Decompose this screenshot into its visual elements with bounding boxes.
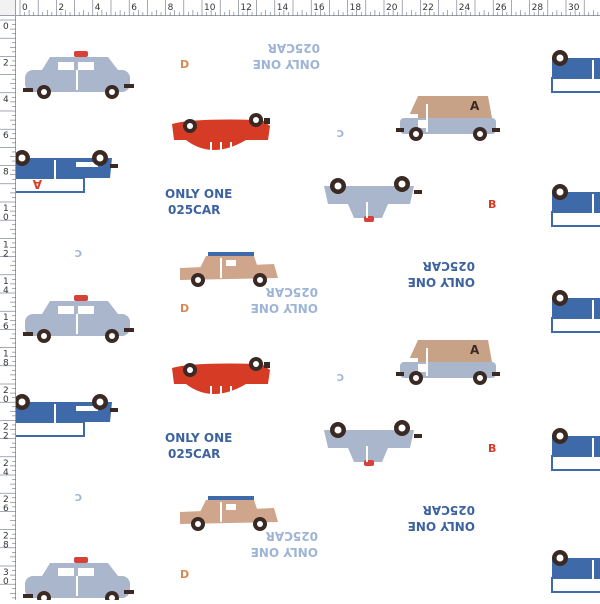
slogan-flipped-line-2-d: 025CAR <box>423 503 475 517</box>
dark-blue-car-edge-3 <box>551 549 600 593</box>
ruler-label: 4 <box>3 95 9 105</box>
vertical-ruler: 024681012141618202224262830 <box>0 0 16 600</box>
ruler-label: 14 <box>277 3 289 13</box>
police-car-2 <box>23 295 134 343</box>
horizontal-ruler: 0 2 4 6 8 10 12 14 16 18 20 22 24 26 28 30 <box>0 0 600 16</box>
ruler-label: 10 <box>204 3 216 13</box>
slogan-flipped-line-1-e: ONLY ONE <box>251 545 318 559</box>
slogan-flipped-line-2: 025CAR <box>268 41 320 55</box>
slogan-line-1-2: ONLY ONE <box>165 431 232 445</box>
ruler-label: 6 <box>131 3 137 13</box>
slogan-flipped-line-2-e: 025CAR <box>266 529 318 543</box>
slogan-flipped-line-1-b: ONLY ONE <box>408 275 475 289</box>
ruler-label: 24 <box>459 3 471 13</box>
pattern-letter-c: C <box>337 127 344 138</box>
slogan-line-2: 025CAR <box>168 203 220 217</box>
dark-blue-car-edge-2 <box>551 427 600 471</box>
red-car-2 <box>172 357 270 396</box>
pattern-letter-d-3: D <box>180 568 189 581</box>
ruler-label: 6 <box>3 322 9 332</box>
van-letter-a: A <box>470 99 480 113</box>
flipped-light-blue-car-2 <box>324 420 422 466</box>
slogan-flipped-line-1-c: ONLY ONE <box>251 301 318 315</box>
ruler-corner <box>0 0 16 16</box>
tan-car-2 <box>180 496 278 531</box>
ruler-label: 16 <box>313 3 325 13</box>
ruler-label: 0 <box>22 3 28 13</box>
ruler-label: 8 <box>3 168 9 178</box>
ruler-label: 6 <box>3 504 9 514</box>
ruler-label: 0 <box>3 213 9 223</box>
slogan-line-2-2: 025CAR <box>168 447 220 461</box>
van-car <box>396 96 500 141</box>
ruler-label: 8 <box>168 3 174 13</box>
pattern-canvas: D A ONLY ONE 025CAR 025CAR ONLY ONE A C … <box>16 16 600 600</box>
ruler-label: 2 <box>3 249 9 259</box>
ruler-label: 4 <box>95 3 101 13</box>
ruler-label: 28 <box>532 3 544 13</box>
dark-blue-car-edge <box>551 183 600 227</box>
dark-blue-car-edge-mid <box>551 289 600 333</box>
police-car <box>23 51 134 99</box>
ruler-label: 8 <box>3 541 9 551</box>
ruler-label: 8 <box>3 359 9 369</box>
dark-blue-car-edge-top <box>551 49 600 93</box>
pattern-letter-a: A <box>32 177 42 191</box>
slogan-line-1: ONLY ONE <box>165 187 232 201</box>
ruler-label: 0 <box>3 22 9 32</box>
pattern-letter-d-2: D <box>180 302 189 315</box>
ruler-label: 0 <box>3 395 9 405</box>
ruler-label: 20 <box>386 3 398 13</box>
slogan-flipped-line-2-c: 025CAR <box>266 285 318 299</box>
police-car-3 <box>23 557 134 600</box>
pattern-letter-c-3: C <box>337 371 344 382</box>
van-letter-a-2: A <box>470 343 480 357</box>
slogan-flipped-line-1-d: ONLY ONE <box>408 519 475 533</box>
tan-car <box>180 252 278 287</box>
pattern-letter-b: B <box>488 198 496 211</box>
ruler-label: 0 <box>3 577 9 587</box>
dark-blue-car-2 <box>16 393 119 437</box>
dark-blue-car <box>16 149 119 193</box>
ruler-label: 2 <box>3 58 9 68</box>
vertical-ruler-ticks: 024681012141618202224262830 <box>0 19 16 599</box>
ruler-label: 26 <box>495 3 507 13</box>
pattern-letter-c-4: C <box>75 491 82 502</box>
ruler-label: 4 <box>3 286 9 296</box>
horizontal-ruler-ticks: 0 2 4 6 8 10 12 14 16 18 20 22 24 26 28 30 <box>19 0 599 16</box>
slogan-flipped-line-2-b: 025CAR <box>423 259 475 273</box>
van-car-2 <box>396 340 500 385</box>
ruler-label: 6 <box>3 131 9 141</box>
ruler-label: 30 <box>568 3 580 13</box>
pattern-letter-c-2: C <box>75 247 82 258</box>
ruler-label: 2 <box>58 3 64 13</box>
pattern-letter-b-2: B <box>488 442 496 455</box>
ruler-label: 22 <box>422 3 433 13</box>
ruler-label: 2 <box>3 431 9 441</box>
car-pattern-artwork: D A ONLY ONE 025CAR 025CAR ONLY ONE A C … <box>16 41 600 600</box>
ruler-label: 4 <box>3 468 9 478</box>
slogan-flipped-line-1: ONLY ONE <box>253 57 320 71</box>
ruler-label: 18 <box>350 3 362 13</box>
red-car <box>172 113 270 152</box>
pattern-letter-d: D <box>180 58 189 71</box>
flipped-light-blue-car <box>324 176 422 222</box>
ruler-label: 12 <box>240 3 251 13</box>
